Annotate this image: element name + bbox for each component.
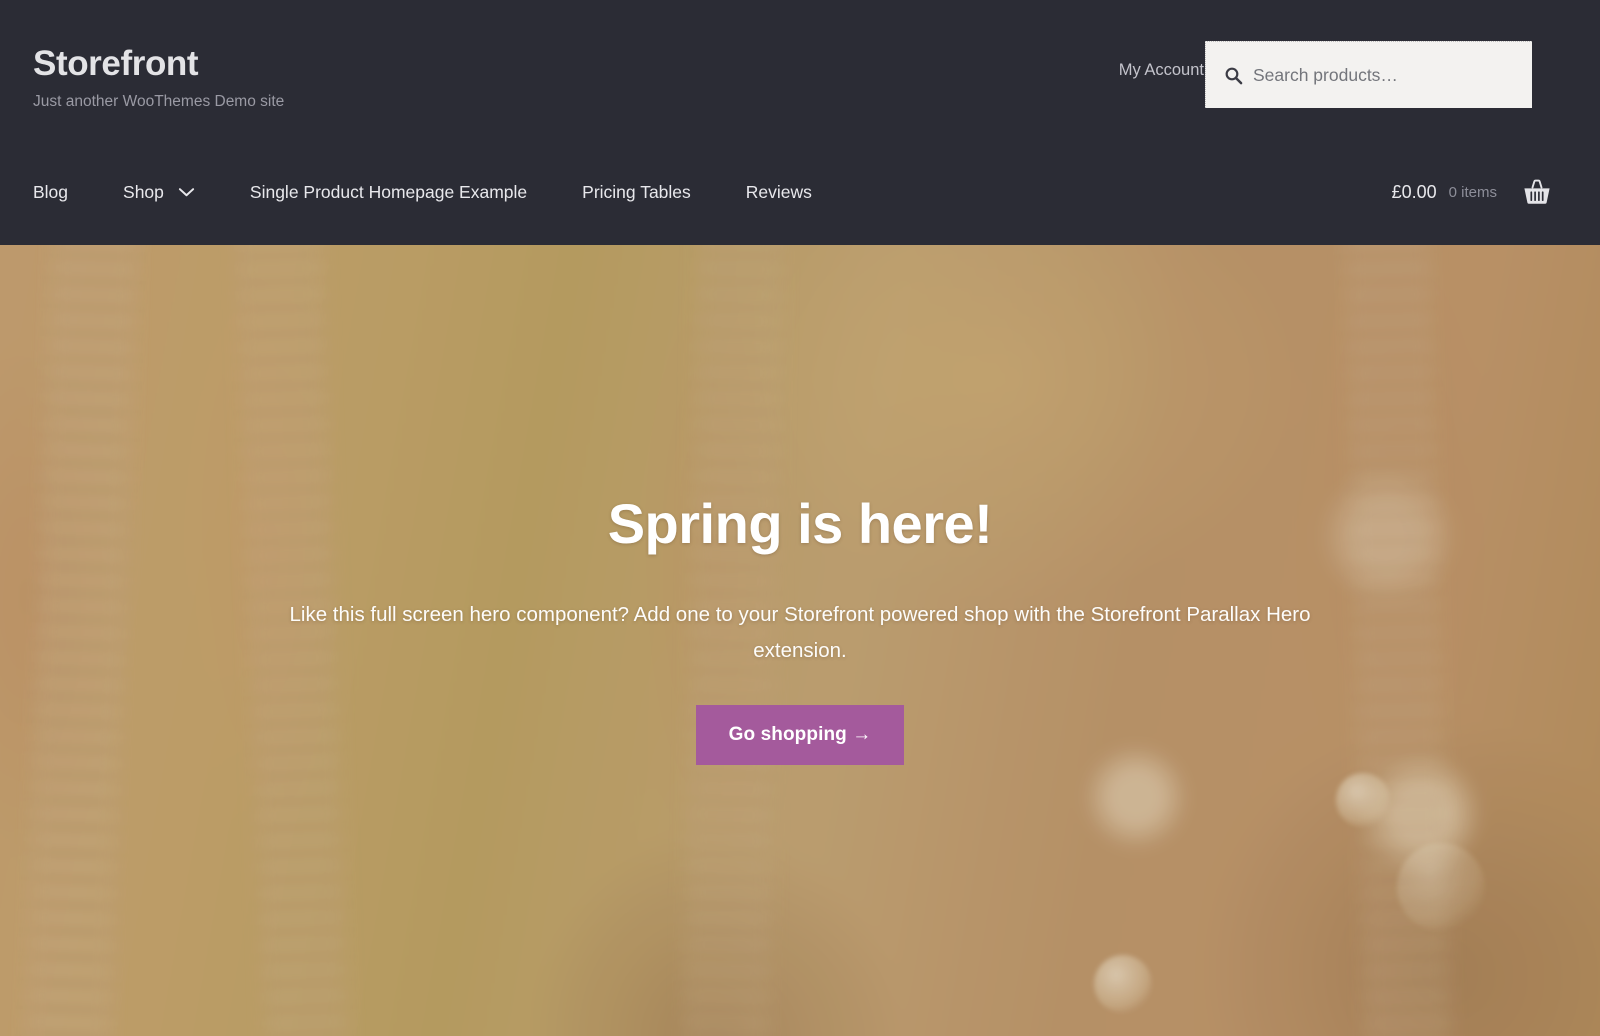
hero-content: Spring is here! Like this full screen he… [0, 245, 1600, 1036]
my-account-link[interactable]: My Account [1119, 61, 1204, 80]
site-tagline: Just another WooThemes Demo site [33, 92, 285, 110]
shopping-basket-icon[interactable] [1522, 140, 1552, 245]
cart-items-count: 0 items [1448, 184, 1497, 201]
go-shopping-button[interactable]: Go shopping → [695, 704, 905, 765]
cart-contents-link[interactable]: £0.00 0 items [1392, 140, 1497, 245]
nav-link-single-product-homepage-example[interactable]: Single Product Homepage Example [250, 182, 527, 203]
primary-navigation: Blog Shop Single Product Homepage Exampl… [0, 140, 1600, 245]
parallax-hero-section: Spring is here! Like this full screen he… [0, 245, 1600, 1036]
storefront-page: Storefront Just another WooThemes Demo s… [0, 0, 1600, 1036]
header-top-bar: Storefront Just another WooThemes Demo s… [0, 0, 1600, 140]
site-header: Storefront Just another WooThemes Demo s… [0, 0, 1600, 245]
site-title[interactable]: Storefront [33, 44, 284, 84]
hero-description: Like this full screen hero component? Ad… [289, 602, 1311, 663]
nav-item-reviews[interactable]: Reviews [746, 182, 812, 203]
product-search-form [1205, 41, 1532, 108]
search-icon [1224, 66, 1243, 85]
nav-item-single-product-homepage-example[interactable]: Single Product Homepage Example [250, 182, 527, 203]
search-input[interactable] [1253, 64, 1514, 86]
chevron-down-icon[interactable] [178, 187, 195, 198]
nav-link-reviews[interactable]: Reviews [746, 182, 812, 203]
nav-item-blog[interactable]: Blog [33, 182, 68, 203]
nav-link-blog[interactable]: Blog [33, 182, 68, 203]
cart-total-amount: £0.00 [1391, 182, 1437, 202]
nav-item-shop[interactable]: Shop [123, 182, 195, 203]
hero-title: Spring is here! [607, 492, 993, 555]
nav-list: Blog Shop Single Product Homepage Exampl… [33, 140, 812, 245]
nav-link-pricing-tables[interactable]: Pricing Tables [582, 182, 691, 203]
nav-item-pricing-tables[interactable]: Pricing Tables [582, 182, 691, 203]
nav-link-shop[interactable]: Shop [123, 182, 164, 203]
site-branding[interactable]: Storefront Just another WooThemes Demo s… [33, 44, 285, 111]
